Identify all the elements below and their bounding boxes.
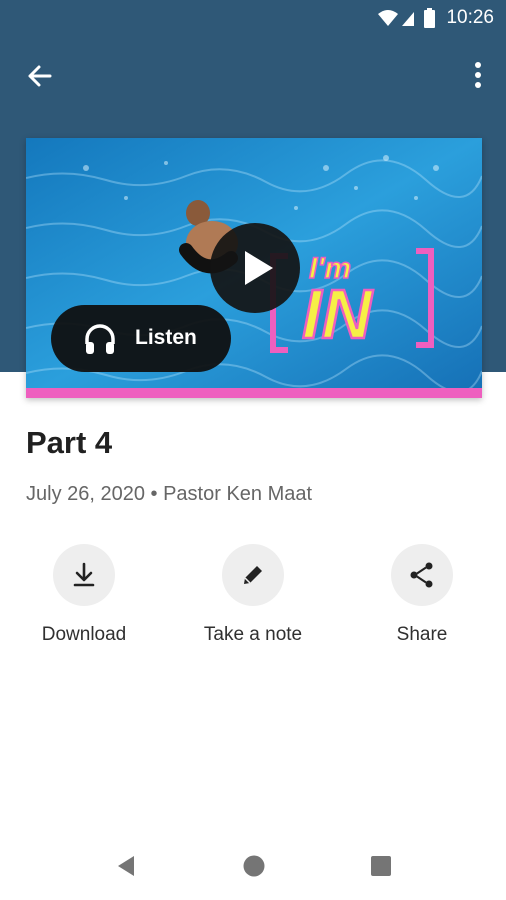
back-button[interactable]	[20, 56, 60, 96]
download-label: Download	[41, 624, 127, 645]
nav-home-icon	[243, 855, 265, 877]
download-icon	[73, 562, 95, 587]
more-vertical-icon	[475, 62, 481, 88]
share-circle	[391, 544, 453, 606]
headphones-icon	[83, 322, 117, 361]
nav-back-button[interactable]	[114, 854, 138, 883]
system-navigation-bar	[0, 830, 506, 900]
listen-button[interactable]: Listen	[51, 305, 231, 372]
status-time: 10:26	[446, 7, 494, 28]
episode-title: Part 4	[26, 425, 113, 460]
media-artwork: I'm IN Listen	[26, 138, 482, 398]
download-circle	[53, 544, 115, 606]
pencil-icon	[244, 566, 262, 584]
nav-recents-button[interactable]	[369, 854, 393, 883]
nav-recents-icon	[371, 856, 391, 876]
episode-meta: July 26, 2020 • Pastor Ken Maat	[26, 483, 313, 505]
nav-back-icon	[118, 856, 134, 876]
take-note-circle	[222, 544, 284, 606]
status-icons	[376, 8, 436, 35]
listen-label: Listen	[135, 326, 197, 349]
wifi-signal-battery-icons	[378, 8, 435, 28]
nav-home-button[interactable]	[242, 854, 266, 883]
share-button[interactable]: Share	[352, 544, 492, 654]
share-label: Share	[396, 624, 448, 645]
status-bar: 10:26	[0, 0, 506, 36]
take-note-label: Take a note	[203, 624, 303, 645]
share-icon	[410, 562, 433, 588]
artwork-accent-strip	[26, 388, 482, 398]
app-bar	[0, 36, 506, 112]
play-icon	[245, 251, 273, 285]
arrow-left-icon	[28, 65, 52, 87]
take-note-button[interactable]: Take a note	[183, 544, 323, 654]
svg-text:IN: IN	[302, 275, 373, 353]
more-options-button[interactable]	[468, 56, 488, 96]
play-button[interactable]	[210, 223, 300, 313]
download-button[interactable]: Download	[14, 544, 154, 654]
